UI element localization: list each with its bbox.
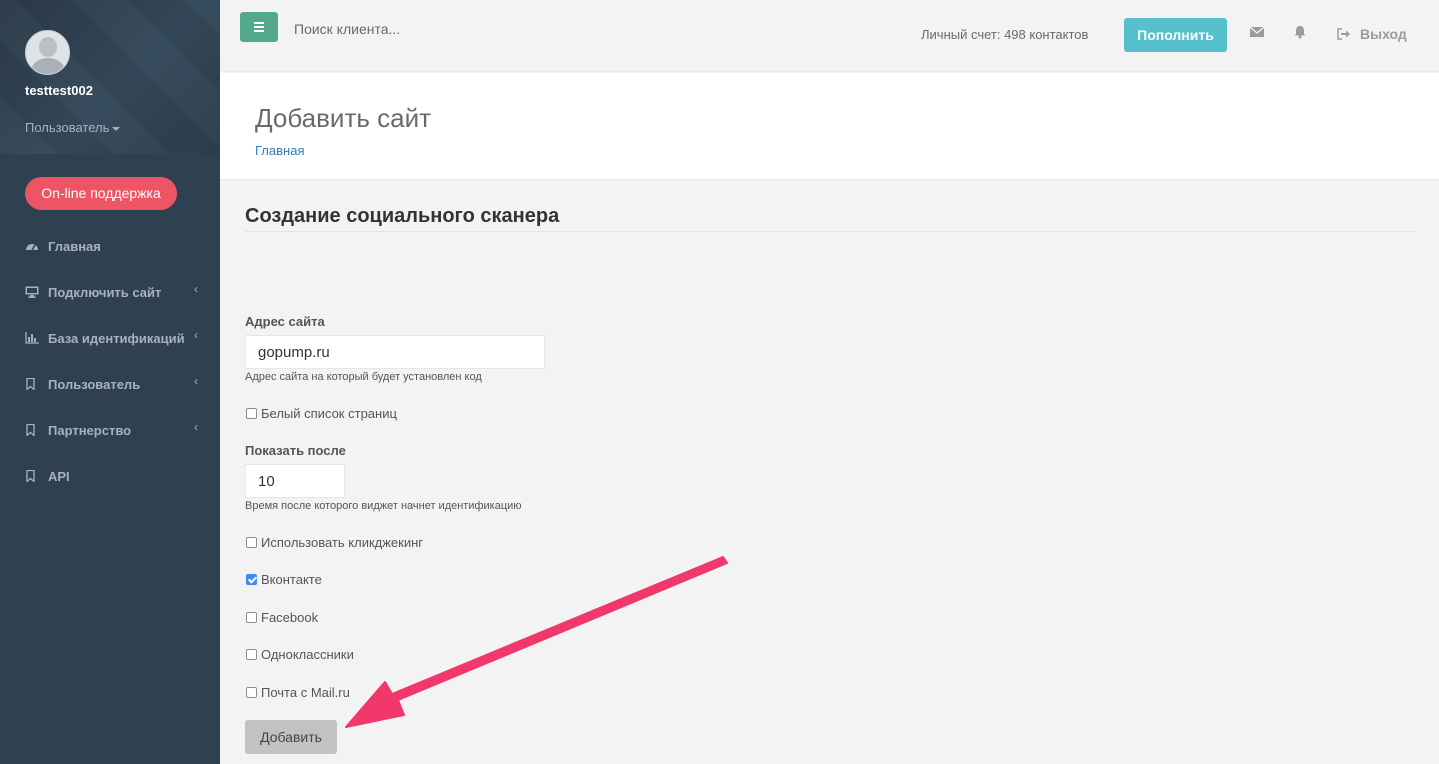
hamburger-icon — [254, 22, 264, 24]
avatar-head — [39, 37, 57, 57]
checkbox-unchecked[interactable] — [246, 537, 257, 548]
sidebar-item-identification-db[interactable]: База идентификаций ‹ — [0, 315, 220, 361]
vk-label: Вконтакте — [261, 572, 322, 587]
dashboard-icon — [25, 240, 39, 252]
odnoklassniki-checkbox[interactable]: Одноклассники — [245, 647, 354, 662]
chevron-left-icon: ‹ — [194, 282, 198, 296]
sidebar: testtest002 Пользователь On-line поддерж… — [0, 0, 220, 764]
section-title: Создание социального сканера — [245, 205, 560, 227]
breadcrumb-home[interactable]: Главная — [255, 143, 304, 158]
online-support-button[interactable]: On-line поддержка — [25, 177, 177, 210]
account-balance: Личный счет: 498 контактов — [921, 27, 1089, 42]
clickjacking-label: Использовать кликджекинг — [261, 535, 424, 550]
bell-icon[interactable] — [1293, 25, 1309, 41]
sidebar-item-label: Партнерство — [48, 422, 132, 438]
avatar-body — [32, 58, 64, 74]
facebook-label: Facebook — [261, 610, 319, 625]
avatar[interactable] — [25, 30, 70, 75]
envelope-icon[interactable] — [1249, 25, 1266, 41]
whitelist-label: Белый список страниц — [261, 406, 397, 421]
role-label: Пользователь — [25, 120, 110, 135]
bar-chart-icon — [25, 332, 39, 344]
vk-checkbox[interactable]: Вконтакте — [245, 572, 322, 587]
add-submit-button[interactable]: Добавить — [245, 720, 337, 754]
hamburger-icon-bar — [254, 26, 264, 28]
logout-link[interactable]: Выход — [1337, 26, 1407, 42]
checkbox-unchecked[interactable] — [246, 408, 257, 419]
sidebar-item-user[interactable]: Пользователь ‹ — [0, 361, 220, 407]
sidebar-item-label: API — [48, 468, 70, 484]
show-after-input[interactable] — [245, 464, 345, 498]
sidebar-item-label: Подключить сайт — [48, 284, 162, 300]
chevron-left-icon: ‹ — [194, 328, 198, 342]
site-address-input[interactable] — [245, 335, 545, 369]
facebook-checkbox[interactable]: Facebook — [245, 610, 318, 625]
logout-label: Выход — [1360, 26, 1407, 42]
menu-toggle-button[interactable] — [240, 12, 278, 42]
role-dropdown[interactable]: Пользователь — [25, 120, 220, 135]
sidebar-item-connect-site[interactable]: Подключить сайт ‹ — [0, 269, 220, 315]
sidebar-item-home[interactable]: Главная — [0, 223, 220, 269]
chevron-left-icon: ‹ — [194, 420, 198, 434]
checkbox-checked[interactable] — [246, 574, 257, 585]
sidebar-item-label: Пользователь — [48, 376, 141, 392]
checkbox-unchecked[interactable] — [246, 687, 257, 698]
divider — [245, 231, 1415, 232]
show-after-help: Время после которого виджет начнет идент… — [245, 500, 522, 512]
clickjacking-checkbox[interactable]: Использовать кликджекинг — [245, 535, 423, 550]
whitelist-checkbox[interactable]: Белый список страниц — [245, 406, 397, 421]
sidebar-nav: Главная Подключить сайт ‹ База идентифик… — [0, 223, 220, 499]
checkbox-unchecked[interactable] — [246, 612, 257, 623]
sidebar-item-api[interactable]: API — [0, 453, 220, 499]
topup-button[interactable]: Пополнить — [1124, 18, 1227, 52]
bookmark-icon — [25, 469, 39, 483]
page-heading: Добавить сайт Главная — [220, 73, 1439, 180]
sidebar-item-label: База идентификаций — [48, 330, 185, 346]
mailru-checkbox[interactable]: Почта с Mail.ru — [245, 685, 350, 700]
chevron-left-icon: ‹ — [194, 374, 198, 388]
username: testtest002 — [25, 83, 93, 98]
mailru-label: Почта с Mail.ru — [261, 685, 350, 700]
client-search-input[interactable] — [294, 18, 594, 40]
caret-down-icon — [112, 126, 121, 131]
checkbox-unchecked[interactable] — [246, 649, 257, 660]
profile-panel: testtest002 Пользователь — [0, 0, 220, 154]
sidebar-item-label: Главная — [48, 238, 101, 254]
sidebar-item-partnership[interactable]: Партнерство ‹ — [0, 407, 220, 453]
show-after-label: Показать после — [245, 443, 346, 458]
sign-out-icon — [1337, 28, 1351, 40]
odnoklassniki-label: Одноклассники — [261, 647, 354, 662]
monitor-icon — [25, 286, 39, 298]
bookmark-icon — [25, 377, 39, 391]
hamburger-icon-bar — [254, 30, 264, 32]
site-address-label: Адрес сайта — [245, 314, 325, 329]
page-title: Добавить сайт — [255, 103, 432, 133]
topbar: Личный счет: 498 контактов Пополнить Вых… — [220, 0, 1439, 72]
bookmark-icon — [25, 423, 39, 437]
site-address-help: Адрес сайта на который будет установлен … — [245, 371, 482, 383]
